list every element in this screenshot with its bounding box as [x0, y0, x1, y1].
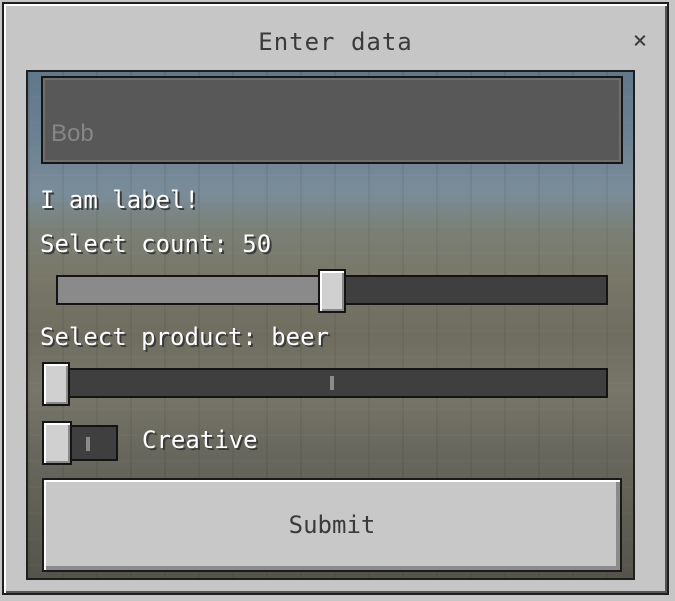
- count-slider-knob[interactable]: [318, 269, 346, 313]
- close-icon[interactable]: ×: [628, 28, 652, 52]
- product-slider-label: Select product: beer: [40, 323, 329, 351]
- form-content-area: I am label! Select count: 50 Select prod…: [26, 70, 635, 580]
- modal-form-dialog: Enter data × I am label! Select count: 5…: [2, 2, 669, 595]
- step-mark: [330, 376, 334, 390]
- toggle-off-mark: [86, 437, 90, 451]
- static-label: I am label!: [40, 186, 199, 214]
- count-slider-label: Select count: 50: [40, 230, 272, 258]
- count-slider-fill: [58, 277, 332, 303]
- name-input[interactable]: [41, 76, 623, 164]
- product-slider-knob[interactable]: [42, 362, 70, 406]
- dialog-title: Enter data: [258, 28, 413, 56]
- product-step-slider[interactable]: [42, 362, 608, 406]
- creative-toggle[interactable]: [42, 421, 118, 465]
- creative-toggle-label: Creative: [142, 426, 258, 454]
- submit-button[interactable]: Submit: [42, 478, 622, 572]
- count-slider[interactable]: [56, 269, 608, 313]
- toggle-knob[interactable]: [42, 421, 72, 465]
